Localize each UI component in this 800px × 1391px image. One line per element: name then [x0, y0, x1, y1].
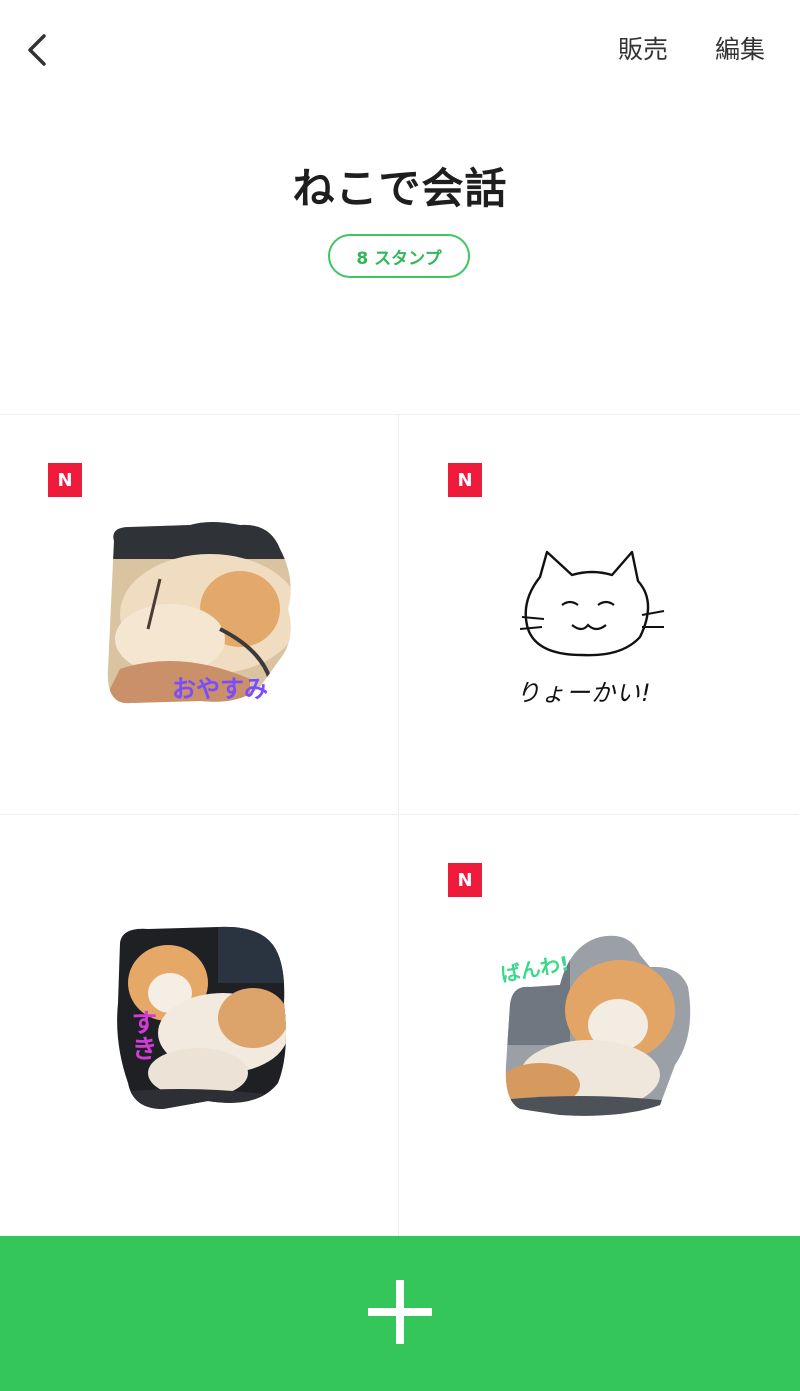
- new-badge: N: [448, 863, 482, 897]
- top-bar: 販売 編集: [0, 0, 800, 100]
- sticker-image-cat-peeking: ばんわ!: [499, 925, 700, 1120]
- sticker-caption: おやすみ: [172, 675, 268, 703]
- new-badge: N: [448, 463, 482, 497]
- sticker-image-sleeping-cat: おやすみ: [100, 519, 300, 709]
- sticker-cell-4[interactable]: N ばんわ!: [400, 815, 799, 1237]
- sticker-grid: N おやすみ N りょーかい! すき N ばんわ!: [0, 414, 800, 1237]
- sticker-cell-3[interactable]: すき: [0, 815, 399, 1237]
- sticker-caption: りょーかい!: [516, 679, 652, 707]
- sticker-cell-2[interactable]: N りょーかい!: [400, 415, 799, 815]
- sticker-caption: すき: [127, 1009, 157, 1061]
- sell-button[interactable]: 販売: [618, 32, 668, 68]
- back-button[interactable]: [20, 28, 60, 72]
- new-badge: N: [48, 463, 82, 497]
- sticker-cell-1[interactable]: N おやすみ: [0, 415, 399, 815]
- set-title: ねこで会話: [292, 164, 508, 213]
- edit-button[interactable]: 編集: [715, 32, 765, 68]
- sticker-image-drawn-cat: りょーかい!: [512, 547, 672, 707]
- chevron-left-icon: [28, 34, 46, 66]
- plus-icon: [368, 1280, 432, 1344]
- sticker-image-cat-lying: すき: [108, 923, 293, 1113]
- sticker-count-badge: 8 スタンプ: [328, 234, 470, 278]
